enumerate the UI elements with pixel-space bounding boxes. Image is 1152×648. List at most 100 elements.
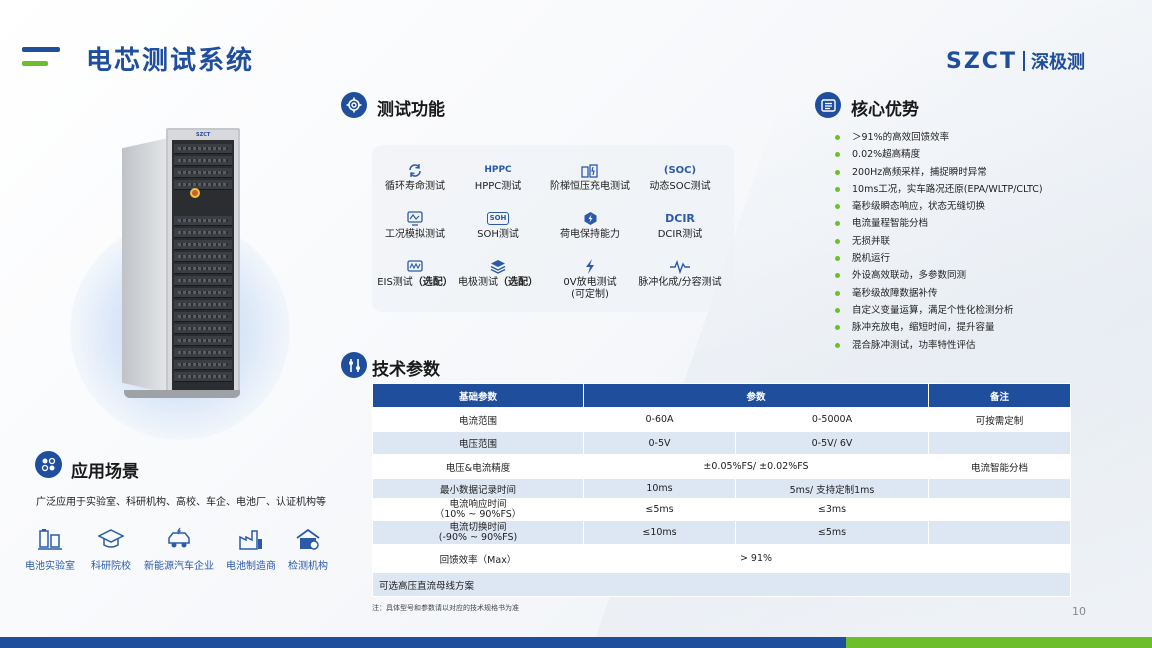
application-item: 新能源汽车企业 (143, 527, 215, 572)
list-item: 10ms工况，实车路况还原(EPA/WLTP/CLTC) (835, 181, 1043, 198)
list-item: 自定义变量运算，满足个性化检测分析 (835, 302, 1043, 319)
core-advantages-title: 核心优势 (851, 100, 919, 120)
inspection-house-icon (296, 528, 320, 550)
battery-lab-icon (38, 529, 62, 550)
soh-icon: SOH (453, 211, 543, 226)
power-hold-icon (545, 211, 635, 226)
cabinet-module (174, 168, 232, 178)
test-functions-title: 测试功能 (377, 100, 445, 120)
cabinet-module (174, 240, 232, 250)
list-item: 脱机运行 (835, 250, 1043, 267)
title-accent-bars (22, 47, 60, 69)
table-row: 电压范围 0-5V 0-5V/ 6V (372, 431, 1072, 455)
list-item: 外设高效联动，多参数同测 (835, 267, 1043, 284)
function-item: EIS测试（选配） (370, 259, 460, 289)
lightning-icon (545, 259, 635, 274)
table-row: 电压&电流精度 ±0.05%FS/ ±0.02%FS 电流智能分档 (372, 454, 1072, 479)
logo-mark: SZCT (946, 48, 1017, 74)
application-item: 电池制造商 (224, 527, 278, 572)
cabinet-module (174, 288, 232, 298)
layers-icon (453, 259, 543, 274)
footnote: 注：具体型号和参数请以对应的技术规格书为准 (372, 604, 519, 612)
function-item: 电极测试（选配） (453, 259, 543, 289)
function-item: HPPC HPPC测试 (453, 163, 543, 193)
graduation-cap-icon (98, 529, 124, 548)
function-item: 荷电保持能力 (545, 211, 635, 241)
table-row: 电流切换时间 (-90% ~ 90%FS) ≤10ms ≤5ms (372, 520, 1072, 545)
list-item: 200Hz高频采样，捕捉瞬时异常 (835, 164, 1043, 181)
cabinet-module (174, 324, 232, 334)
cabinet-module (174, 276, 232, 286)
cabinet-module (174, 156, 232, 166)
cabinet-module (174, 180, 232, 190)
footer-bar-green (846, 637, 1152, 648)
list-item: 电流量程智能分档 (835, 215, 1043, 232)
column-header: 参数 (582, 383, 930, 408)
cabinet-module (174, 348, 232, 358)
table-row: 回馈效率（Max） > 91% (372, 544, 1072, 573)
function-item: 循环寿命测试 (370, 163, 460, 193)
list-item: 脉冲充放电，缩短时间，提升容量 (835, 319, 1043, 336)
applications-description: 广泛应用于实验室、科研机构、高校、车企、电池厂、认证机构等 (36, 497, 326, 508)
waveform-monitor-icon (370, 211, 460, 226)
battery-charge-icon (545, 163, 635, 178)
emergency-stop-icon (190, 188, 200, 198)
eis-monitor-icon (370, 259, 460, 274)
cabinet-brand: SZCT (196, 132, 211, 138)
function-item: 阶梯恒压充电测试 (545, 163, 635, 193)
applications-title: 应用场景 (71, 462, 139, 482)
column-header: 基础参数 (372, 383, 584, 408)
function-item: DCIR DCIR测试 (635, 211, 725, 241)
tools-icon (341, 352, 367, 378)
page-number: 10 (1072, 605, 1086, 618)
factory-icon (239, 530, 262, 550)
advantages-list: ＞91%的高效回馈效率 0.02%超高精度 200Hz高频采样，捕捉瞬时异常 1… (835, 129, 1043, 354)
brand-logo: SZCT 深极测 (946, 47, 1085, 75)
function-item: 工况模拟测试 (370, 211, 460, 241)
table-row: 电流范围 0-60A 0-5000A 可按需定制 (372, 407, 1072, 432)
application-icon (35, 451, 62, 478)
gear-icon (341, 92, 367, 118)
cabinet-module (174, 300, 232, 310)
table-row: 电流响应时间 （10% ~ 90%FS） ≤5ms ≤3ms (372, 498, 1072, 521)
list-item: 毫秒级故障数据补传 (835, 285, 1043, 302)
cabinet-module (174, 360, 232, 370)
function-item: 脉冲化成/分容测试 (635, 259, 725, 289)
cabinet-module (174, 264, 232, 274)
document-list-icon (815, 92, 841, 118)
cabinet-module (174, 228, 232, 238)
footer-bar-blue (0, 637, 846, 648)
application-item: 科研院校 (89, 527, 133, 572)
list-item: ＞91%的高效回馈效率 (835, 129, 1043, 146)
function-item: SOH SOH测试 (453, 211, 543, 241)
application-item: 检测机构 (286, 527, 330, 572)
function-item: (SOC) 动态SOC测试 (635, 163, 725, 193)
cabinet-module (174, 372, 232, 382)
spec-table: 基础参数 参数 备注 电流范围 0-60A 0-5000A 可按需定制 电压范围 0-5… (371, 383, 1072, 597)
soc-icon: (SOC) (663, 165, 697, 176)
list-item: 混合脉冲测试，功率特性评估 (835, 337, 1043, 354)
cabinet-module (174, 312, 232, 322)
ev-car-icon (168, 527, 190, 548)
page-title: 电芯测试系统 (86, 46, 255, 76)
cabinet-module (174, 216, 232, 226)
table-row: 最小数据记录时间 10ms 5ms/ 支持定制1ms (372, 478, 1072, 499)
list-item: 无损并联 (835, 233, 1043, 250)
table-row: 可选高压直流母线方案 (371, 572, 1072, 597)
cabinet-module (174, 144, 232, 154)
logo-separator (1022, 51, 1025, 71)
logo-chinese-name: 深极测 (1030, 52, 1085, 73)
function-item: 0V放电测试 (可定制) (545, 259, 635, 301)
dcir-icon: DCIR (665, 212, 695, 225)
list-item: 0.02%超高精度 (835, 146, 1043, 163)
pulse-icon (635, 259, 725, 275)
column-header: 备注 (928, 383, 1072, 408)
tech-specs-title: 技术参数 (372, 360, 440, 380)
cycle-icon (370, 163, 460, 178)
battery-test-cabinet-image: SZCT (122, 128, 240, 398)
list-item: 毫秒级瞬态响应，状态无缝切换 (835, 198, 1043, 215)
hppc-icon: HPPC (484, 165, 512, 175)
cabinet-module (174, 252, 232, 262)
cabinet-module (174, 336, 232, 346)
application-item: 电池实验室 (24, 527, 76, 572)
